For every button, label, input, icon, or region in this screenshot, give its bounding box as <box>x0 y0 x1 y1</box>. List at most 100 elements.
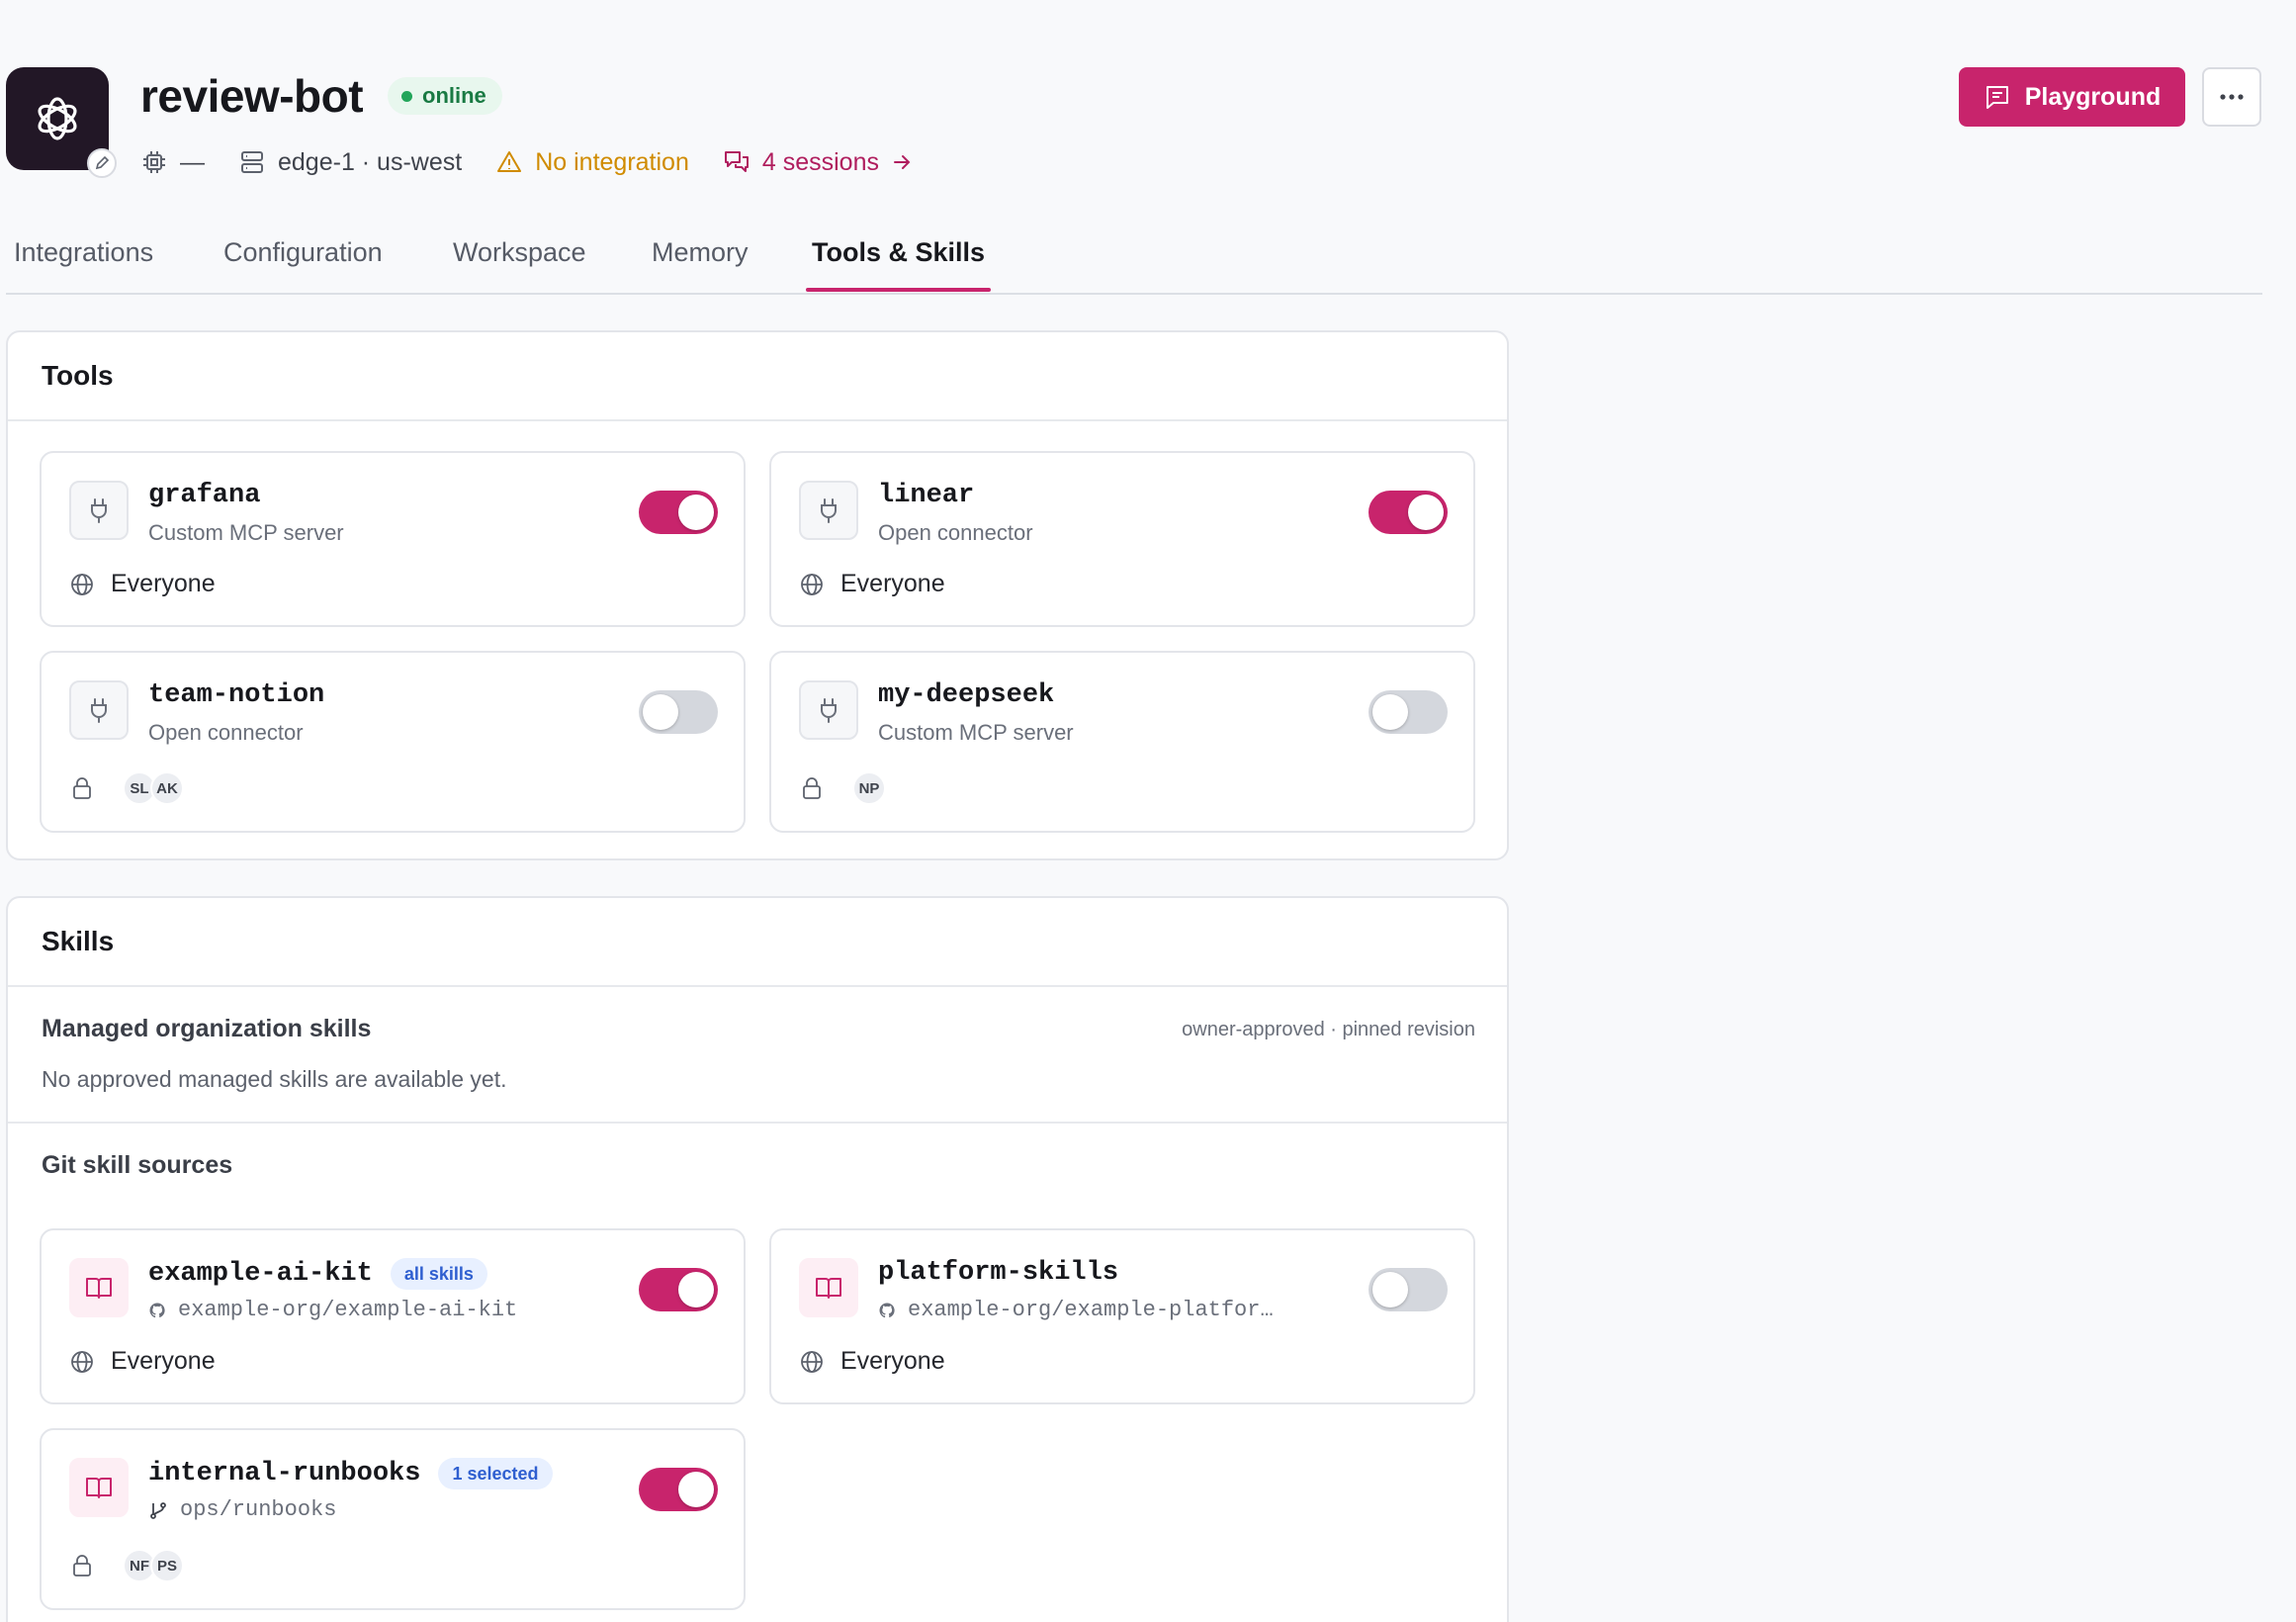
lock-icon <box>73 777 91 799</box>
pencil-icon <box>95 155 110 170</box>
playground-label: Playground <box>2024 82 2162 111</box>
lock-icon <box>803 777 821 799</box>
globe-icon <box>71 1350 93 1373</box>
skill-name-row: platform-skills <box>878 1258 1118 1288</box>
managed-skills-empty: No approved managed skills are available… <box>42 1066 507 1092</box>
tab-tools-and-skills[interactable]: Tools & Skills <box>805 237 992 292</box>
skill-name-row: example-ai-kit all skills <box>148 1258 487 1290</box>
tools-panel: Tools grafana Custom MCP server Everyone… <box>6 330 1509 860</box>
skill-access-label: Everyone <box>840 1347 945 1375</box>
tool-access: Everyone <box>799 570 945 598</box>
lock-icon <box>73 1555 91 1577</box>
skill-access: Everyone <box>799 1347 945 1376</box>
host-meta: edge-1 · us-west <box>238 148 462 177</box>
tool-name: grafana <box>148 481 261 510</box>
globe-icon <box>801 573 823 595</box>
toggle-knob <box>1372 694 1408 730</box>
status-label: online <box>422 83 486 108</box>
sessions-label: 4 sessions <box>761 147 879 176</box>
skill-card-platform-skills: platform-skills example-org/example-plat… <box>769 1228 1475 1404</box>
skill-toggle[interactable] <box>639 1268 718 1311</box>
plug-icon <box>799 680 858 740</box>
tool-name: linear <box>878 481 975 510</box>
skill-toggle[interactable] <box>1369 1268 1448 1311</box>
integration-warning-label: No integration <box>535 147 689 176</box>
toggle-knob <box>1372 1272 1408 1307</box>
managed-skills-note: owner-approved · pinned revision <box>1182 1019 1475 1040</box>
user-avatars: SL AK <box>123 771 184 805</box>
globe-icon <box>801 1350 823 1373</box>
tool-toggle[interactable] <box>1369 491 1448 534</box>
more-options-button[interactable] <box>2202 67 2261 127</box>
status-dot <box>401 90 412 102</box>
playground-button[interactable]: Playground <box>1959 67 2185 127</box>
skill-name: platform-skills <box>878 1258 1119 1288</box>
github-icon <box>879 1302 895 1317</box>
plug-icon <box>799 481 858 540</box>
git-sources-label: Git skill sources <box>42 1151 233 1179</box>
tool-type: Open connector <box>878 520 1033 545</box>
tab-workspace[interactable]: Workspace <box>453 237 586 290</box>
plug-icon <box>69 481 129 540</box>
skill-access: NF PS <box>69 1549 184 1582</box>
edit-avatar-button[interactable] <box>87 148 117 178</box>
skill-repo-label: example-org/example-ai-kit <box>178 1298 518 1322</box>
tab-memory[interactable]: Memory <box>652 237 749 290</box>
tool-type: Custom MCP server <box>878 720 1074 745</box>
tool-access-label: Everyone <box>111 570 216 597</box>
tool-toggle[interactable] <box>639 690 718 734</box>
tool-card-grafana: grafana Custom MCP server Everyone <box>40 451 746 627</box>
skill-name-row: internal-runbooks 1 selected <box>148 1458 553 1489</box>
tool-toggle[interactable] <box>1369 690 1448 734</box>
tool-toggle[interactable] <box>639 491 718 534</box>
globe-icon <box>71 573 93 595</box>
user-avatars: NF PS <box>123 1549 184 1582</box>
git-branch-icon <box>150 1501 166 1519</box>
skill-repo: example-org/example-ai-kit <box>148 1298 517 1322</box>
toggle-knob <box>1408 495 1444 530</box>
toggle-knob <box>678 1472 714 1507</box>
toggle-knob <box>678 495 714 530</box>
skill-toggle[interactable] <box>639 1468 718 1511</box>
tool-access: SL AK <box>69 771 184 805</box>
user-avatars: NP <box>852 771 886 805</box>
tool-access-label: Everyone <box>840 570 945 597</box>
tools-title: Tools <box>8 332 1507 421</box>
toggle-knob <box>678 1272 714 1307</box>
user-chip: AK <box>150 771 184 805</box>
skill-repo-label: example-org/example-platfor… <box>908 1298 1274 1322</box>
tab-integrations[interactable]: Integrations <box>14 237 153 290</box>
skill-scope-tag: 1 selected <box>438 1458 553 1489</box>
skills-title: Skills <box>8 898 1507 987</box>
toggle-knob <box>643 694 678 730</box>
skill-card-internal-runbooks: internal-runbooks 1 selected ops/runbook… <box>40 1428 746 1610</box>
skill-repo: example-org/example-platfor… <box>878 1298 1274 1322</box>
model-value: — <box>180 147 205 176</box>
integration-warning[interactable]: No integration <box>495 148 689 177</box>
skill-name: internal-runbooks <box>148 1459 421 1488</box>
ellipsis-icon <box>2220 94 2244 100</box>
chat-bubbles-icon <box>724 151 749 172</box>
tool-card-team-notion: team-notion Open connector SL AK <box>40 651 746 833</box>
tool-type: Custom MCP server <box>148 520 344 545</box>
status-badge: online <box>388 77 502 115</box>
managed-skills-label: Managed organization skills <box>42 1015 372 1042</box>
user-chip: NP <box>852 771 886 805</box>
skill-repo-label: ops/runbooks <box>180 1497 337 1522</box>
tool-access: Everyone <box>69 570 216 598</box>
agent-meta-row: — edge-1 · us-west No integration 4 sess… <box>140 144 946 180</box>
model-meta: — <box>140 148 205 177</box>
section-divider <box>8 1122 1507 1124</box>
book-icon <box>69 1258 129 1317</box>
chip-icon <box>143 151 165 173</box>
tool-card-linear: linear Open connector Everyone <box>769 451 1475 627</box>
plug-icon <box>69 680 129 740</box>
host-value: edge-1 · us-west <box>278 147 463 176</box>
message-square-icon <box>1986 86 2008 109</box>
sessions-link[interactable]: 4 sessions <box>723 148 913 177</box>
skill-card-example-ai-kit: example-ai-kit all skills example-org/ex… <box>40 1228 746 1404</box>
book-icon <box>69 1458 129 1517</box>
tab-configuration[interactable]: Configuration <box>223 237 383 290</box>
tool-name: team-notion <box>148 680 325 710</box>
skill-name: example-ai-kit <box>148 1259 373 1289</box>
